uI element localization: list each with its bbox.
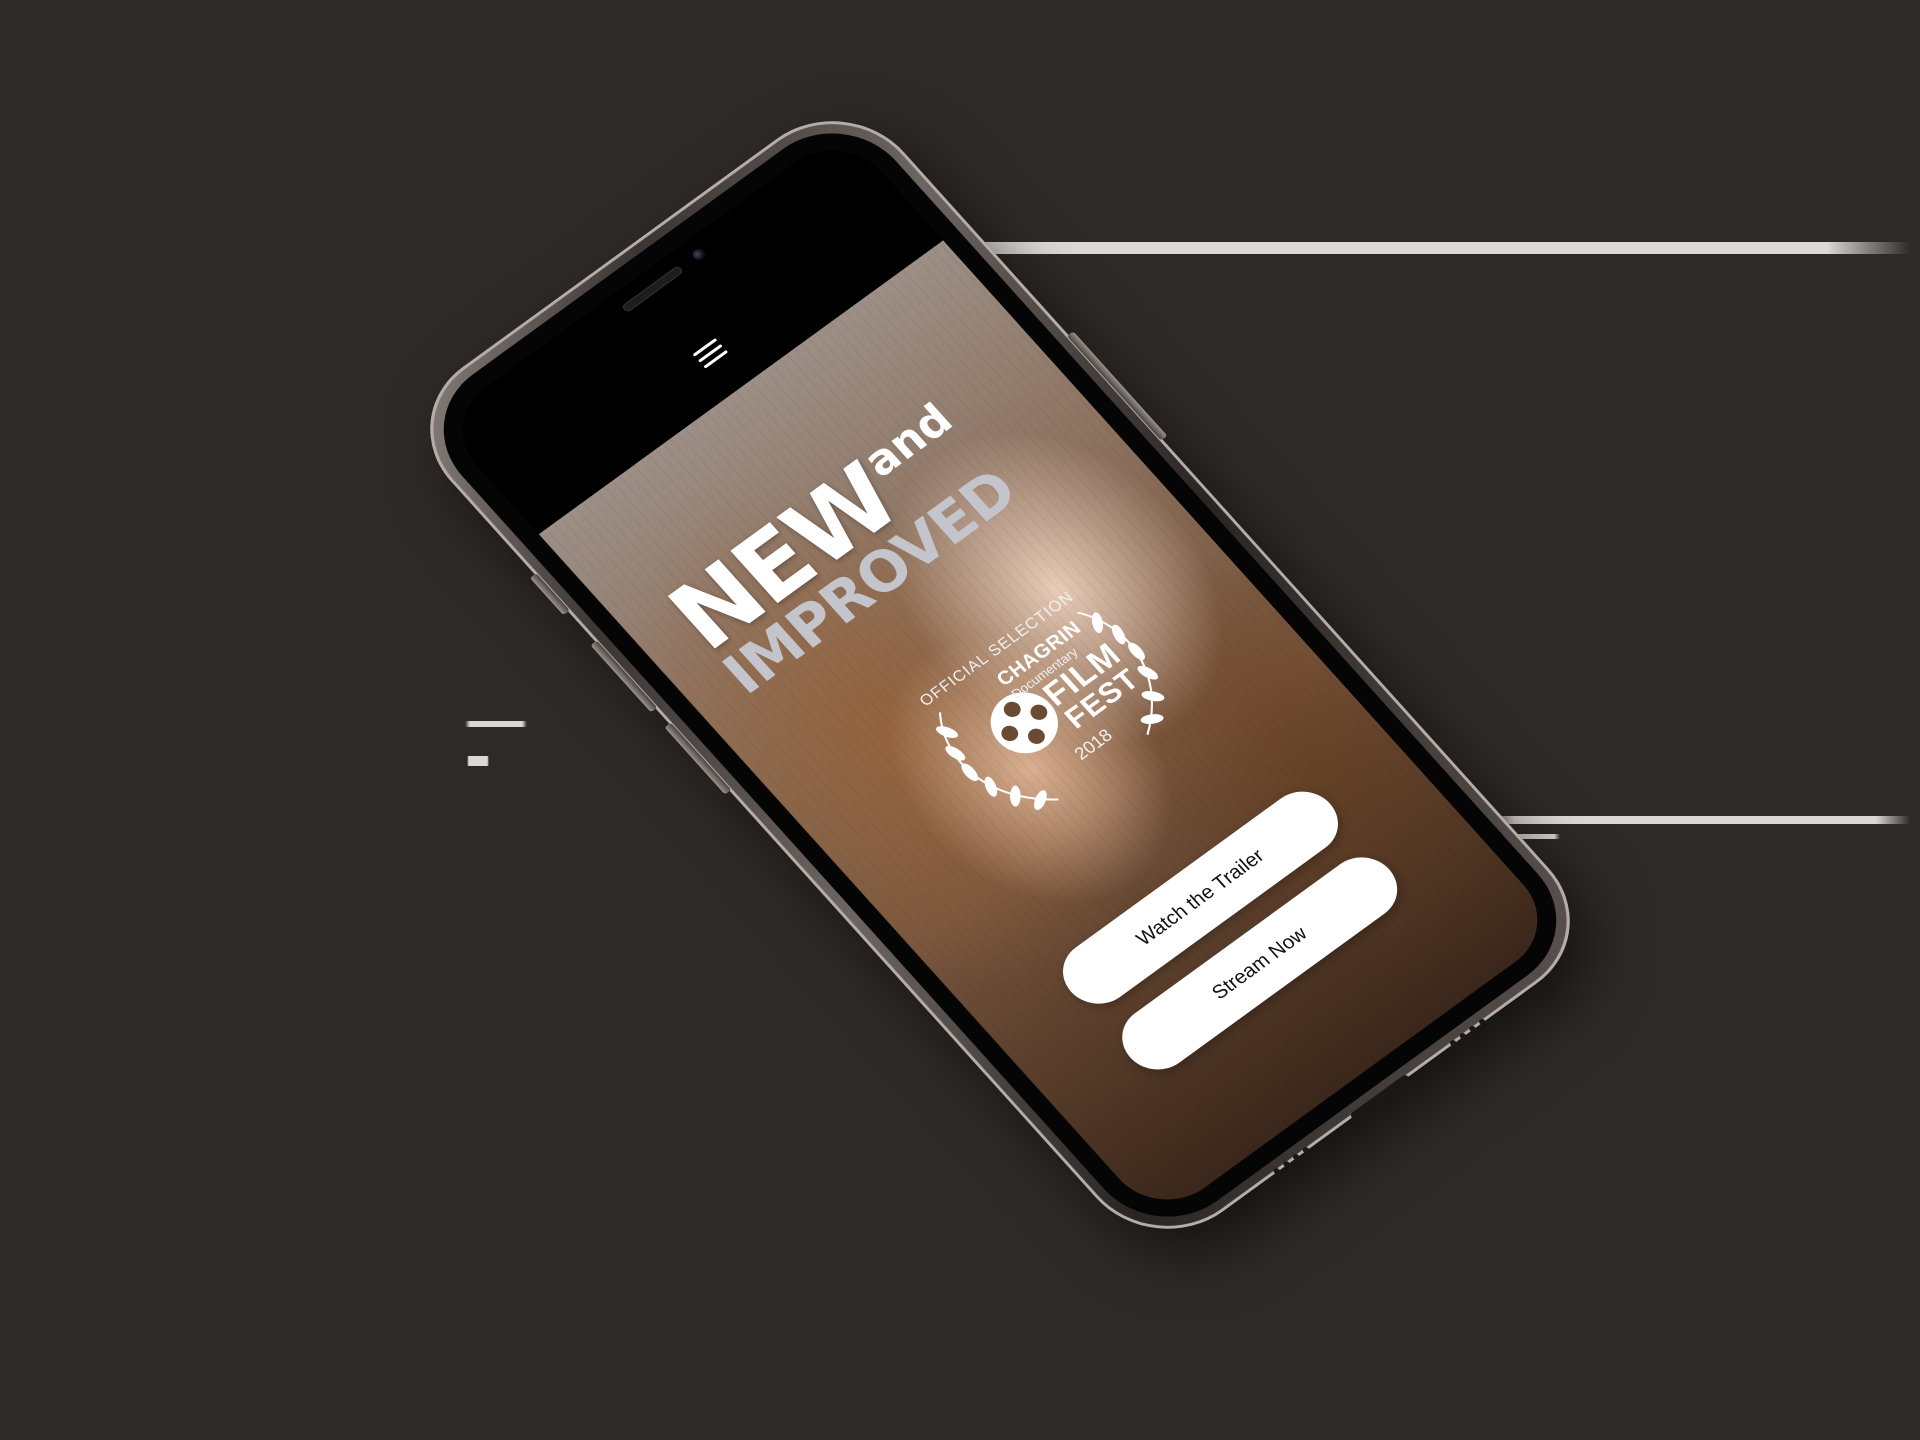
front-camera [690,246,708,263]
light-streak [465,721,527,727]
mockup-stage: NEWand IMPROVED OFFICIAL SELECTION CHAGR… [0,0,1920,1440]
light-streak [1480,816,1910,824]
phone-mockup: NEWand IMPROVED OFFICIAL SELECTION CHAGR… [393,88,1607,1262]
hamburger-menu-icon[interactable] [685,330,736,375]
light-streak [467,756,489,766]
light-streak [860,242,1910,254]
